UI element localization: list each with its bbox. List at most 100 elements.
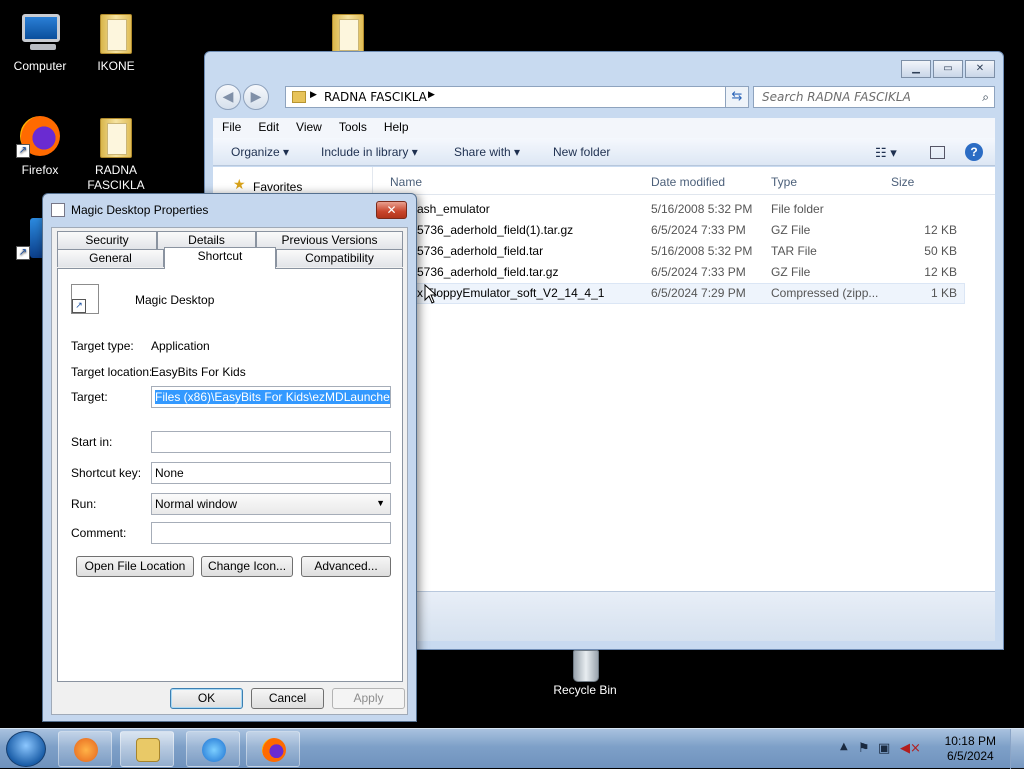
desktop-icon-computer[interactable]: Computer [0, 8, 80, 74]
file-row[interactable]: 5736_aderhold_field.tar.gz 6/5/2024 7:33… [381, 262, 995, 283]
column-size[interactable]: Size [891, 175, 914, 189]
file-list: ash_emulator 5/16/2008 5:32 PM File fold… [381, 199, 995, 304]
desktop-icon-ikone[interactable]: IKONE [76, 8, 156, 74]
file-row-hovered[interactable]: x FloppyEmulator_soft_V2_14_4_1 6/5/2024… [381, 283, 965, 304]
forward-button[interactable]: ▶ [243, 84, 269, 110]
file-type: Compressed (zipp... [771, 286, 879, 300]
dialog-body: Security Details Previous Versions Gener… [51, 227, 408, 715]
taskbar-media-player[interactable] [58, 731, 112, 767]
cancel-button[interactable]: Cancel [251, 688, 324, 709]
minimize-button[interactable]: ▁ [901, 60, 931, 78]
address-bar[interactable]: ▶ RADNA FASCIKLA ▶ ▼ [285, 86, 743, 108]
desktop-icon-label: RADNA FASCIKLA [87, 163, 145, 192]
run-label: Run: [71, 497, 97, 511]
column-headers: Name Date modified Type Size [381, 167, 995, 195]
computer-icon [16, 8, 64, 56]
new-folder-button[interactable]: New folder [553, 145, 610, 159]
shortcut-name: Magic Desktop [135, 293, 215, 307]
file-size: 12 KB [924, 223, 957, 237]
internet-explorer-icon [202, 738, 226, 762]
shortcut-key-field[interactable]: None [151, 462, 391, 484]
clock-date: 6/5/2024 [946, 749, 994, 763]
run-select[interactable]: Normal window ▼ [151, 493, 391, 515]
divider [71, 321, 389, 322]
folder-icon [136, 738, 160, 762]
maximize-button[interactable]: ▭ [933, 60, 963, 78]
folder-icon [292, 91, 306, 103]
search-input[interactable]: Search RADNA FASCIKLA ⌕ [753, 86, 995, 108]
menu-file[interactable]: File [213, 118, 249, 134]
desktop-icon-firefox[interactable]: ↗ Firefox [0, 112, 80, 178]
preview-pane-icon[interactable] [930, 146, 945, 159]
advanced-button[interactable]: Advanced... [301, 556, 391, 577]
open-file-location-button[interactable]: Open File Location [76, 556, 194, 577]
firefox-icon [262, 738, 286, 762]
shortcut-key-label: Shortcut key: [71, 466, 142, 480]
folder-icon [92, 8, 140, 56]
taskbar-internet-explorer[interactable] [186, 731, 240, 767]
change-icon-button[interactable]: Change Icon... [201, 556, 293, 577]
start-in-field[interactable] [151, 431, 391, 453]
clock[interactable]: 10:18 PM 6/5/2024 [945, 734, 996, 764]
menu-tools[interactable]: Tools [330, 118, 375, 134]
tab-compatibility[interactable]: Compatibility [276, 249, 403, 267]
organize-button[interactable]: Organize ▾ [231, 145, 289, 159]
system-tray: ▲ ⚑ ▣ ◀× 10:18 PM 6/5/2024 [834, 729, 1024, 769]
close-button[interactable]: ✕ [376, 201, 407, 219]
desktop-icon-label: Firefox [21, 163, 59, 177]
firefox-icon: ↗ [16, 112, 64, 160]
file-row[interactable]: 5736_aderhold_field.tar 5/16/2008 5:32 P… [381, 241, 995, 262]
close-button[interactable]: ✕ [965, 60, 995, 78]
breadcrumb[interactable]: RADNA FASCIKLA [324, 90, 427, 104]
taskbar-firefox[interactable] [246, 731, 300, 767]
ok-button[interactable]: OK [170, 688, 243, 709]
column-type[interactable]: Type [771, 175, 797, 189]
start-button[interactable] [6, 731, 46, 767]
desktop-icon-radna-fascikla[interactable]: RADNA FASCIKLA [76, 112, 156, 193]
run-select-value: Normal window [155, 497, 238, 511]
tab-shortcut[interactable]: Shortcut [164, 247, 276, 269]
menu-view[interactable]: View [287, 118, 330, 134]
shortcut-icon [51, 203, 65, 217]
taskbar-explorer[interactable] [120, 731, 174, 767]
help-icon[interactable]: ? [965, 143, 983, 161]
target-type-value: Application [151, 339, 210, 353]
file-type: GZ File [771, 265, 811, 279]
clock-time: 10:18 PM [944, 734, 996, 748]
desktop-icon-recycle-bin[interactable]: Recycle Bin [545, 646, 625, 698]
column-name[interactable]: Name [390, 175, 422, 189]
target-location-value: EasyBits For Kids [151, 365, 246, 379]
menu-bar: File Edit View Tools Help [213, 118, 995, 138]
file-date: 5/16/2008 5:32 PM [651, 244, 753, 258]
back-button[interactable]: ◀ [215, 84, 241, 110]
show-desktop-button[interactable] [1010, 729, 1024, 769]
volume-muted-icon[interactable]: ◀× [900, 741, 921, 756]
breadcrumb-arrow-icon[interactable]: ▶ [428, 90, 435, 100]
view-options-icon[interactable]: ☷ ▾ [875, 145, 897, 161]
nav-favorites[interactable]: Favorites [253, 180, 302, 194]
comment-field[interactable] [151, 522, 391, 544]
file-date: 6/5/2024 7:29 PM [651, 286, 746, 300]
tab-previous-versions[interactable]: Previous Versions [256, 231, 403, 249]
tab-security[interactable]: Security [57, 231, 157, 249]
share-with-button[interactable]: Share with ▾ [454, 145, 520, 159]
file-row[interactable]: ash_emulator 5/16/2008 5:32 PM File fold… [381, 199, 995, 220]
apply-button[interactable]: Apply [332, 688, 405, 709]
column-date-modified[interactable]: Date modified [651, 175, 725, 189]
action-center-flag-icon[interactable]: ⚑ [858, 741, 870, 756]
search-icon[interactable]: ⌕ [982, 90, 989, 105]
file-type: GZ File [771, 223, 811, 237]
refresh-button[interactable]: ⇆ [725, 86, 749, 108]
file-row[interactable]: 5736_aderhold_field(1).tar.gz 6/5/2024 7… [381, 220, 995, 241]
network-icon[interactable]: ▣ [878, 741, 890, 756]
menu-help[interactable]: Help [375, 118, 417, 134]
file-size: 12 KB [924, 265, 957, 279]
target-field[interactable]: Files (x86)\EasyBits For Kids\ezMDLaunch… [151, 386, 391, 408]
file-size: 50 KB [924, 244, 957, 258]
include-in-library-button[interactable]: Include in library ▾ [321, 145, 418, 159]
explorer-titlebar[interactable]: ▁ ▭ ✕ [205, 52, 1003, 86]
tab-general[interactable]: General [57, 249, 164, 267]
show-hidden-icons-icon[interactable]: ▲ [840, 741, 848, 752]
shortcut-panel: Magic Desktop Target type: Application T… [57, 268, 403, 682]
menu-edit[interactable]: Edit [249, 118, 287, 134]
